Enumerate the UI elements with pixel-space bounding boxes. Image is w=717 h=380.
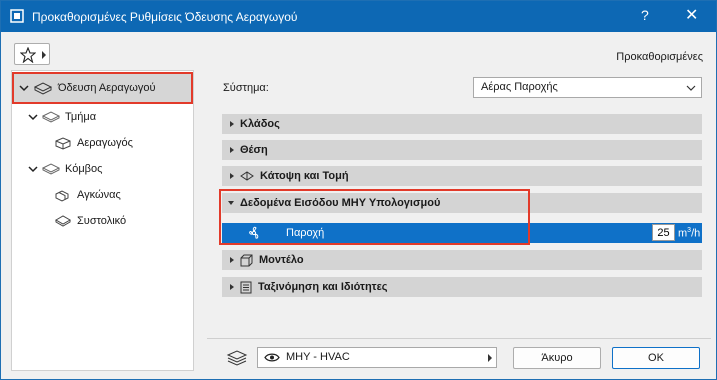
- close-button[interactable]: ✕: [685, 5, 698, 25]
- expand-arrow-icon: [230, 284, 234, 290]
- elbow-icon: [55, 190, 69, 202]
- unit-rest: /h: [691, 227, 701, 240]
- section-label: Θέση: [240, 144, 268, 156]
- chevron-down-icon: [19, 85, 29, 92]
- footer-divider: [207, 338, 711, 339]
- flow-value-input[interactable]: 25: [652, 224, 675, 241]
- node-icon: [42, 163, 60, 175]
- unit-base: m: [678, 227, 688, 240]
- dialog-window: Προκαθορισμένες Ρυθμίσεις Όδευσης Αεραγω…: [0, 0, 717, 380]
- section-label: Κλάδος: [240, 118, 280, 130]
- system-select[interactable]: Αέρας Παροχής: [473, 77, 702, 98]
- section-model[interactable]: Μοντέλο: [222, 250, 702, 270]
- expand-arrow-icon: [230, 257, 234, 263]
- tree-item-label: Αεραγωγός: [77, 137, 133, 149]
- settings-tree: Όδευση Αεραγωγού Τμήμα Αεραγωγός Κόμβος: [11, 70, 194, 371]
- flow-unit: m3/h: [678, 227, 700, 240]
- section-classification[interactable]: Ταξινόμηση και Ιδιότητες: [222, 277, 702, 297]
- expand-arrow-icon: [230, 121, 234, 127]
- tree-item-elbow[interactable]: Αγκώνας: [54, 184, 121, 206]
- section-label: Μοντέλο: [259, 254, 304, 266]
- eye-icon: [264, 353, 280, 362]
- layers-icon: [226, 350, 248, 366]
- window-title: Προκαθορισμένες Ρυθμίσεις Όδευσης Αεραγω…: [32, 10, 298, 24]
- ok-button[interactable]: OK: [612, 347, 700, 369]
- expand-arrow-icon: [230, 173, 234, 179]
- title-bar: Προκαθορισμένες Ρυθμίσεις Όδευσης Αεραγω…: [1, 1, 716, 32]
- section-plan-and-section[interactable]: Κάτοψη και Τομή: [222, 166, 702, 186]
- section-label: Ταξινόμηση και Ιδιότητες: [258, 281, 388, 293]
- section-label: Κάτοψη και Τομή: [260, 170, 349, 182]
- section-branch[interactable]: Κλάδος: [222, 114, 702, 134]
- tree-item-duct[interactable]: Αεραγωγός: [54, 132, 133, 154]
- duct-route-icon: [33, 82, 53, 95]
- favorites-button[interactable]: [14, 43, 50, 65]
- chevron-right-icon: [42, 51, 46, 59]
- tree-item-segment[interactable]: Τμήμα: [28, 106, 96, 128]
- layer-value: ΜΗΥ - HVAC: [286, 351, 350, 363]
- cancel-button[interactable]: Άκυρο: [513, 347, 601, 369]
- tree-item-label: Αγκώνας: [77, 189, 121, 201]
- tree-item-label: Όδευση Αεραγωγού: [58, 82, 156, 94]
- tree-item-label: Κόμβος: [65, 163, 103, 175]
- plan-section-icon: [240, 171, 254, 181]
- chevron-down-icon: [28, 114, 38, 121]
- section-position[interactable]: Θέση: [222, 140, 702, 160]
- app-icon: [10, 9, 24, 23]
- tree-item-label: Τμήμα: [65, 111, 97, 123]
- chevron-right-icon: [488, 354, 492, 362]
- chevron-down-icon: [28, 166, 38, 173]
- tree-item-label: Συστολικό: [77, 215, 127, 227]
- highlight-box: [219, 189, 530, 245]
- model-cube-icon: [240, 254, 253, 266]
- reducer-icon: [54, 215, 72, 227]
- expand-arrow-icon: [230, 147, 234, 153]
- system-label: Σύστημα:: [223, 82, 269, 94]
- star-icon: [20, 47, 36, 63]
- system-value: Αέρας Παροχής: [481, 81, 558, 93]
- document-list-icon: [240, 281, 252, 293]
- tree-item-duct-route[interactable]: Όδευση Αεραγωγού: [12, 72, 193, 104]
- segment-icon: [42, 111, 60, 123]
- duct-icon: [55, 137, 71, 150]
- help-button[interactable]: ?: [641, 7, 649, 23]
- tree-item-reducer[interactable]: Συστολικό: [54, 210, 126, 232]
- chevron-down-icon: [686, 85, 696, 91]
- layer-select[interactable]: ΜΗΥ - HVAC: [257, 347, 497, 368]
- tree-item-node[interactable]: Κόμβος: [28, 158, 102, 180]
- defaults-label: Προκαθορισμένες: [616, 51, 703, 63]
